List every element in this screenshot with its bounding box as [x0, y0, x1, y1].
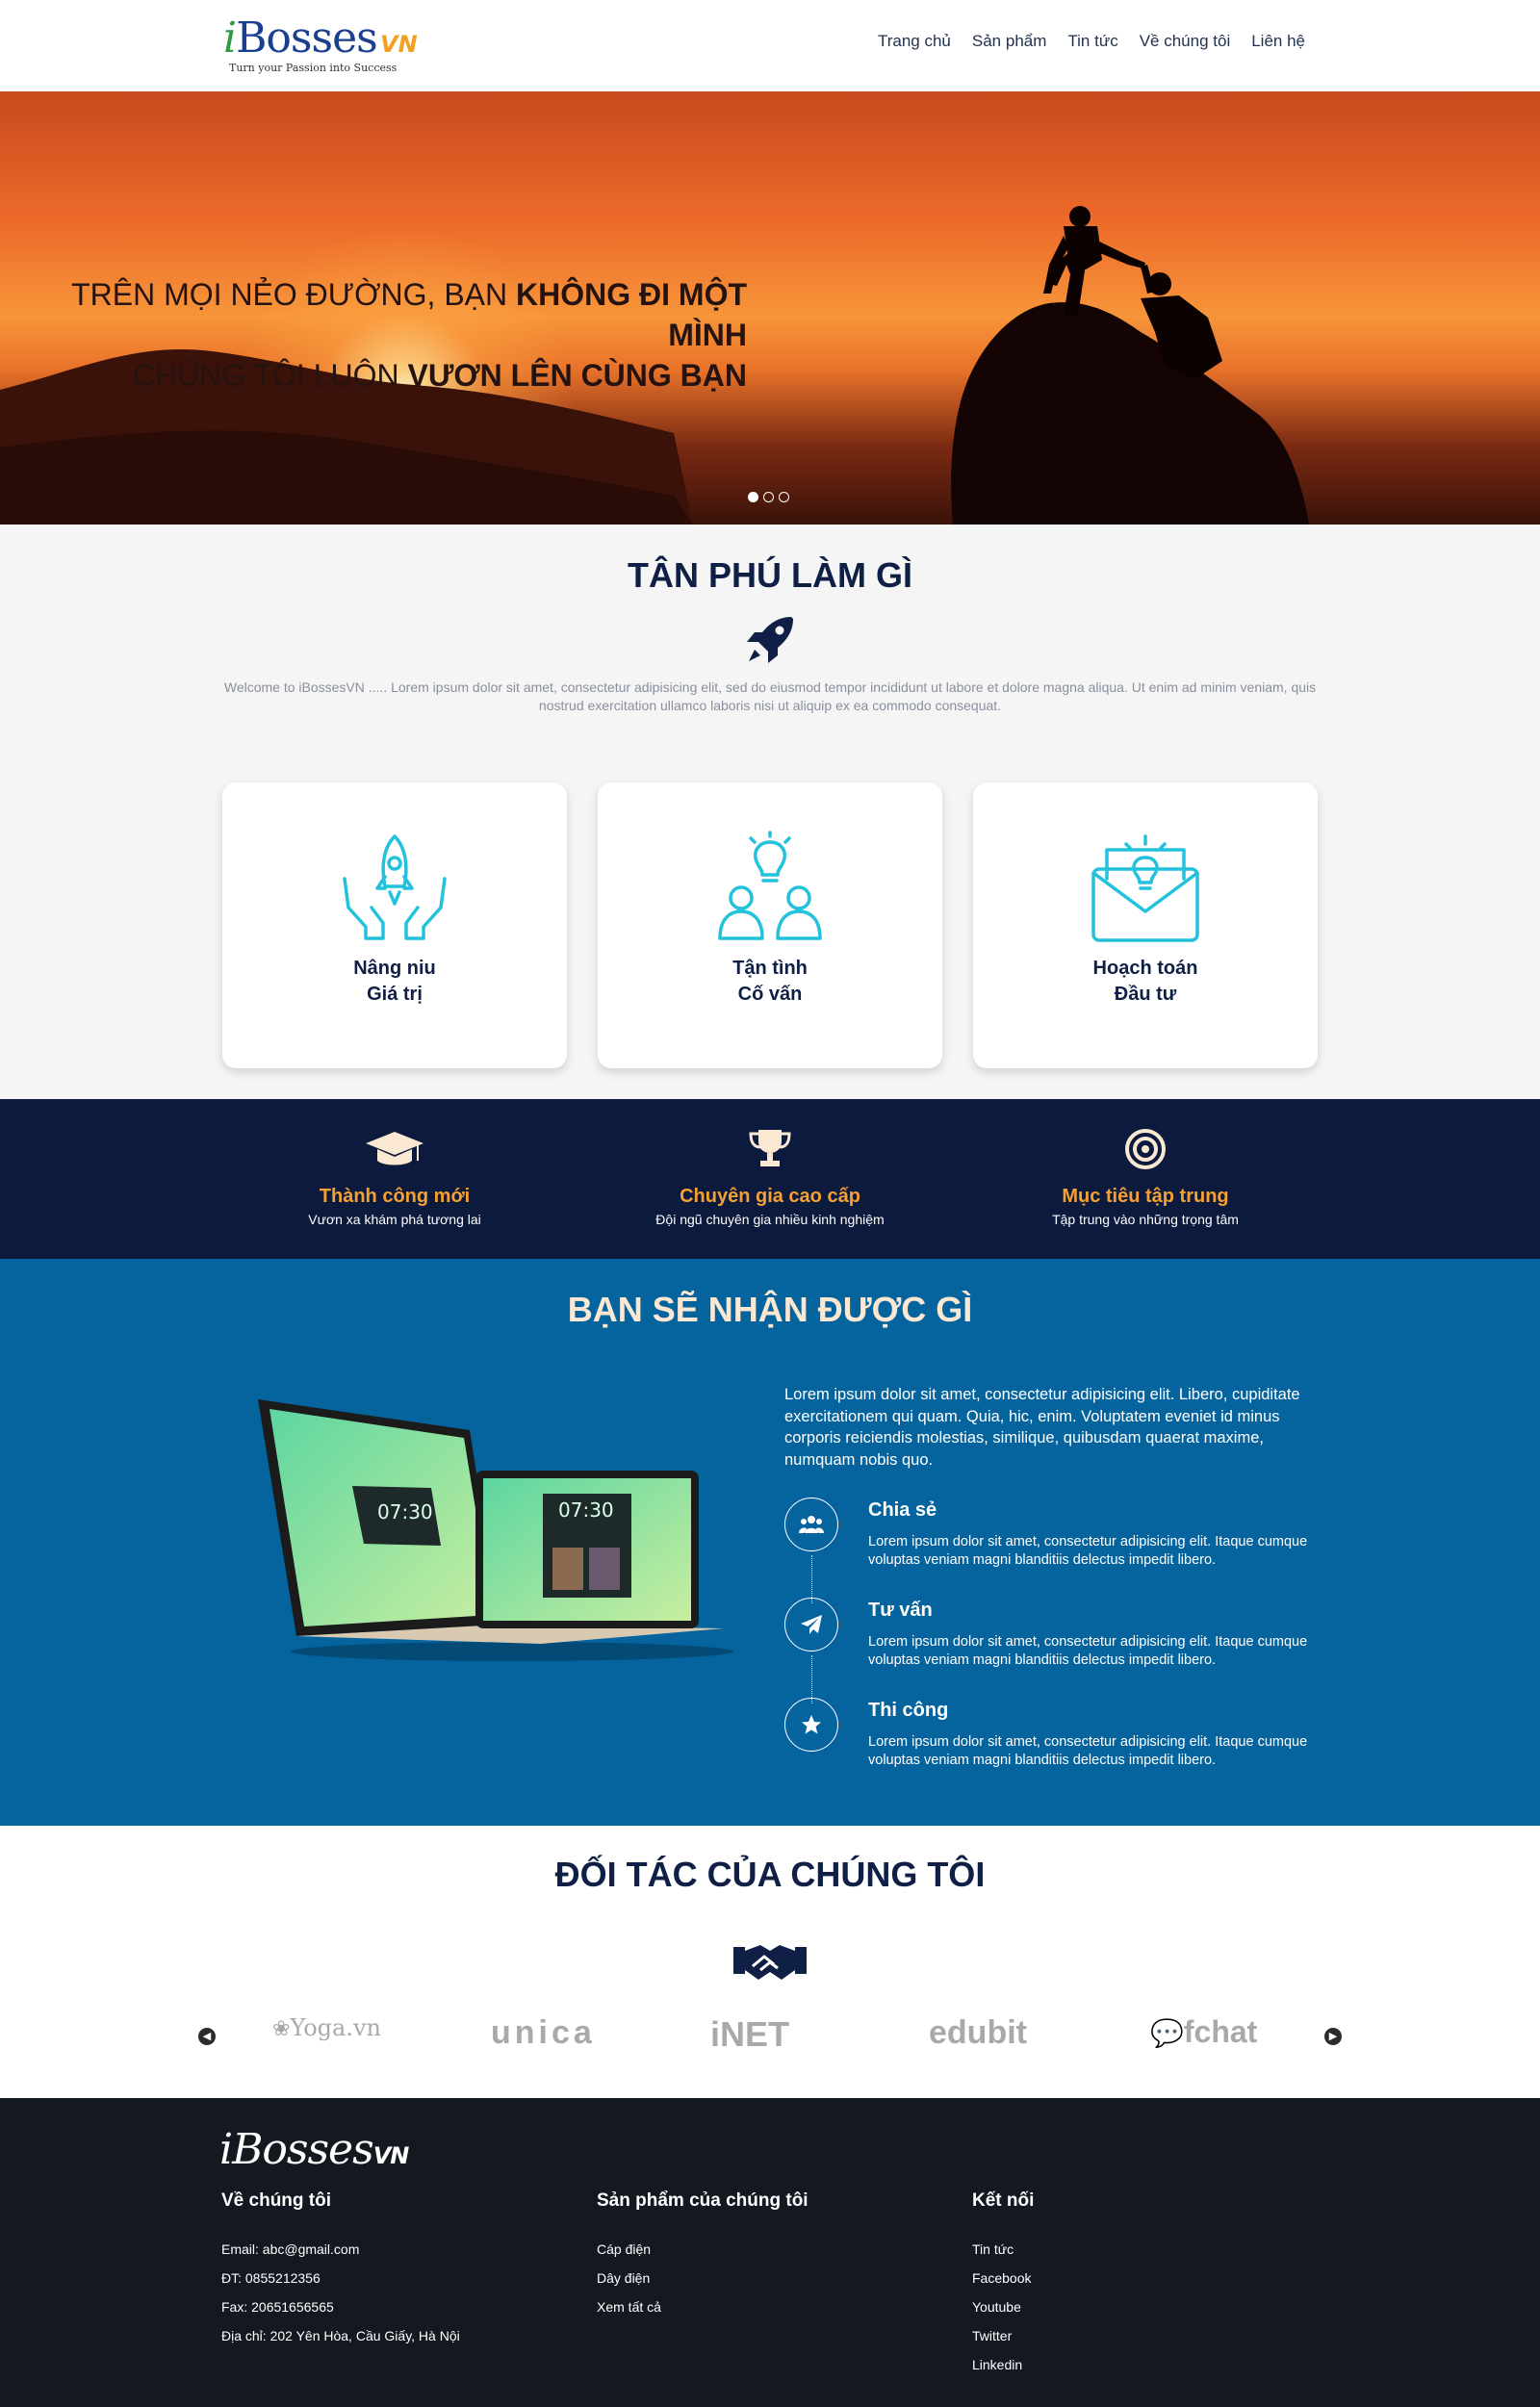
partner-logo-unica[interactable]: unica	[491, 2014, 596, 2053]
benefit-title: Tư vấn	[868, 1600, 933, 1621]
footer-phone[interactable]: ĐT: 0855212356	[221, 2264, 587, 2292]
feature-title: Mục tiêu tập trung	[1062, 1186, 1229, 1207]
slider-dots	[748, 492, 789, 502]
envelope-idea-icon	[1091, 834, 1199, 942]
tablet-clock: 07:30	[558, 1498, 614, 1522]
star-icon	[802, 1715, 821, 1734]
footer-link[interactable]: Xem tất cả	[597, 2292, 962, 2321]
feature-subtitle: Đội ngũ chuyên gia nhiều kinh nghiệm	[655, 1212, 885, 1227]
hero-banner: TRÊN MỌI NẺO ĐƯỜNG, BẠN KHÔNG ĐI MỘT MÌN…	[0, 91, 1540, 525]
trophy-icon	[749, 1130, 791, 1166]
benefits-section: BẠN SẼ NHẬN ĐƯỢC GÌ 07:30 07:30 Lorem ip…	[0, 1259, 1540, 1826]
paper-plane-icon	[801, 1615, 822, 1634]
what-we-do-section: TÂN PHÚ LÀM GÌ Welcome to iBossesVN ....…	[0, 525, 1540, 1099]
slider-dot[interactable]	[779, 492, 789, 502]
logo-vn: VN	[380, 31, 418, 58]
slider-dot[interactable]	[763, 492, 774, 502]
partners-section: ĐỐI TÁC CỦA CHÚNG TÔI ◀ ▶ ❀Yoga.vn unica…	[0, 1826, 1540, 2098]
graduation-cap-icon	[366, 1132, 424, 1165]
benefit-title: Chia sẻ	[868, 1499, 937, 1521]
footer-link[interactable]: Youtube	[972, 2292, 1338, 2321]
partner-logo-edubit[interactable]: edubit	[929, 2014, 1027, 2053]
benefit-text: Lorem ipsum dolor sit amet, consectetur …	[868, 1734, 1308, 1768]
feature-item: Thành công mới Vươn xa khám phá tương la…	[202, 1128, 587, 1227]
benefit-icon-circle	[784, 1698, 838, 1752]
partner-logo-yoga[interactable]: ❀Yoga.vn	[272, 2014, 381, 2053]
footer-link[interactable]: Facebook	[972, 2264, 1338, 2292]
service-card[interactable]: Hoạch toán Đầu tư	[973, 782, 1318, 1068]
card-label: Nâng niu Giá trị	[353, 958, 436, 1005]
handshake-icon	[733, 1945, 807, 1980]
card-label: Hoạch toán Đầu tư	[1092, 958, 1198, 1005]
section-title: ĐỐI TÁC CỦA CHÚNG TÔI	[554, 1855, 986, 1894]
feature-title: Thành công mới	[319, 1186, 471, 1207]
footer-fax: Fax: 20651656565	[221, 2299, 334, 2315]
logo-tagline: Turn your Passion into Success	[229, 62, 398, 74]
footer-link[interactable]: Linkedin	[972, 2350, 1338, 2379]
target-icon	[1125, 1129, 1166, 1169]
footer-logo[interactable]: iBossesVN	[219, 2125, 409, 2174]
partner-logo-fchat[interactable]: 💬fchat	[1150, 2014, 1257, 2053]
rocket-icon	[747, 617, 793, 663]
feature-item: Mục tiêu tập trung Tập trung vào những t…	[953, 1128, 1338, 1227]
footer-address: Địa chỉ: 202 Yên Hòa, Cầu Giấy, Hà Nội	[221, 2328, 460, 2343]
nav-products[interactable]: Sản phẩm	[972, 32, 1047, 51]
footer-connect: Kết nối Tin tức Facebook Youtube Twitter…	[972, 2190, 1338, 2379]
site-header: iBosses VN Turn your Passion into Succes…	[0, 0, 1540, 91]
site-footer: iBossesVN Về chúng tôi Email: abc@gmail.…	[0, 2098, 1540, 2407]
service-card[interactable]: Tận tình Cố vấn	[598, 782, 942, 1068]
partner-logo-inet[interactable]: iNET	[710, 2014, 789, 2054]
nav-about[interactable]: Về chúng tôi	[1140, 32, 1231, 51]
logo[interactable]: iBosses VN Turn your Passion into Succes…	[223, 13, 435, 81]
footer-link[interactable]: Cáp điện	[597, 2235, 962, 2264]
laptop-clock: 07:30	[377, 1500, 433, 1524]
main-nav: Trang chủ Sản phẩm Tin tức Về chúng tôi …	[878, 32, 1305, 51]
benefits-lead: Lorem ipsum dolor sit amet, consectetur …	[784, 1386, 1300, 1469]
service-card[interactable]: Nâng niu Giá trị	[222, 782, 567, 1068]
footer-email[interactable]: Email: abc@gmail.com	[221, 2235, 587, 2264]
footer-link[interactable]: Tin tức	[972, 2235, 1338, 2264]
footer-heading: Về chúng tôi	[221, 2190, 331, 2211]
footer-link[interactable]: Dây điện	[597, 2264, 962, 2292]
prev-arrow-icon[interactable]: ◀	[198, 2028, 216, 2045]
card-label: Tận tình Cố vấn	[732, 958, 808, 1005]
laptop-tablet-image: 07:30 07:30	[258, 1399, 733, 1661]
nav-news[interactable]: Tin tức	[1067, 32, 1117, 51]
section-title: TÂN PHÚ LÀM GÌ	[628, 555, 912, 595]
nav-contact[interactable]: Liên hệ	[1251, 32, 1305, 51]
users-icon	[799, 1516, 824, 1533]
benefit-item: Thi công Lorem ipsum dolor sit amet, con…	[784, 1698, 1323, 1775]
intro-text: Welcome to iBossesVN ..... Lorem ipsum d…	[223, 679, 1317, 713]
slider-dot[interactable]	[748, 492, 758, 502]
benefit-text: Lorem ipsum dolor sit amet, consectetur …	[868, 1534, 1308, 1568]
logo-wordmark: iBosses	[223, 13, 378, 63]
nav-home[interactable]: Trang chủ	[878, 32, 951, 51]
footer-about: Về chúng tôi Email: abc@gmail.com ĐT: 08…	[221, 2190, 587, 2350]
footer-heading: Kết nối	[972, 2190, 1035, 2211]
footer-heading: Sản phẩm của chúng tôi	[597, 2190, 808, 2211]
hero-headline: TRÊN MỌI NẺO ĐƯỜNG, BẠN KHÔNG ĐI MỘT MÌN…	[71, 277, 747, 393]
feature-title: Chuyên gia cao cấp	[680, 1186, 860, 1207]
benefit-text: Lorem ipsum dolor sit amet, consectetur …	[868, 1634, 1308, 1668]
benefit-title: Thi công	[868, 1700, 949, 1721]
rocket-hands-icon	[343, 834, 447, 940]
benefit-item: Tư vấn Lorem ipsum dolor sit amet, conse…	[784, 1598, 1323, 1675]
features-band: Thành công mới Vươn xa khám phá tương la…	[0, 1099, 1540, 1259]
footer-products: Sản phẩm của chúng tôi Cáp điện Dây điện…	[597, 2190, 962, 2321]
team-idea-icon	[718, 831, 822, 940]
feature-item: Chuyên gia cao cấp Đội ngũ chuyên gia nh…	[578, 1128, 962, 1227]
benefit-item: Chia sẻ Lorem ipsum dolor sit amet, cons…	[784, 1498, 1323, 1575]
footer-link[interactable]: Twitter	[972, 2321, 1338, 2350]
section-title: BẠN SẼ NHẬN ĐƯỢC GÌ	[567, 1290, 973, 1329]
next-arrow-icon[interactable]: ▶	[1324, 2028, 1342, 2045]
feature-subtitle: Tập trung vào những trọng tâm	[1052, 1212, 1239, 1227]
feature-subtitle: Vươn xa khám phá tương lai	[308, 1212, 481, 1227]
benefit-icon-circle	[784, 1598, 838, 1652]
benefit-icon-circle	[784, 1498, 838, 1551]
